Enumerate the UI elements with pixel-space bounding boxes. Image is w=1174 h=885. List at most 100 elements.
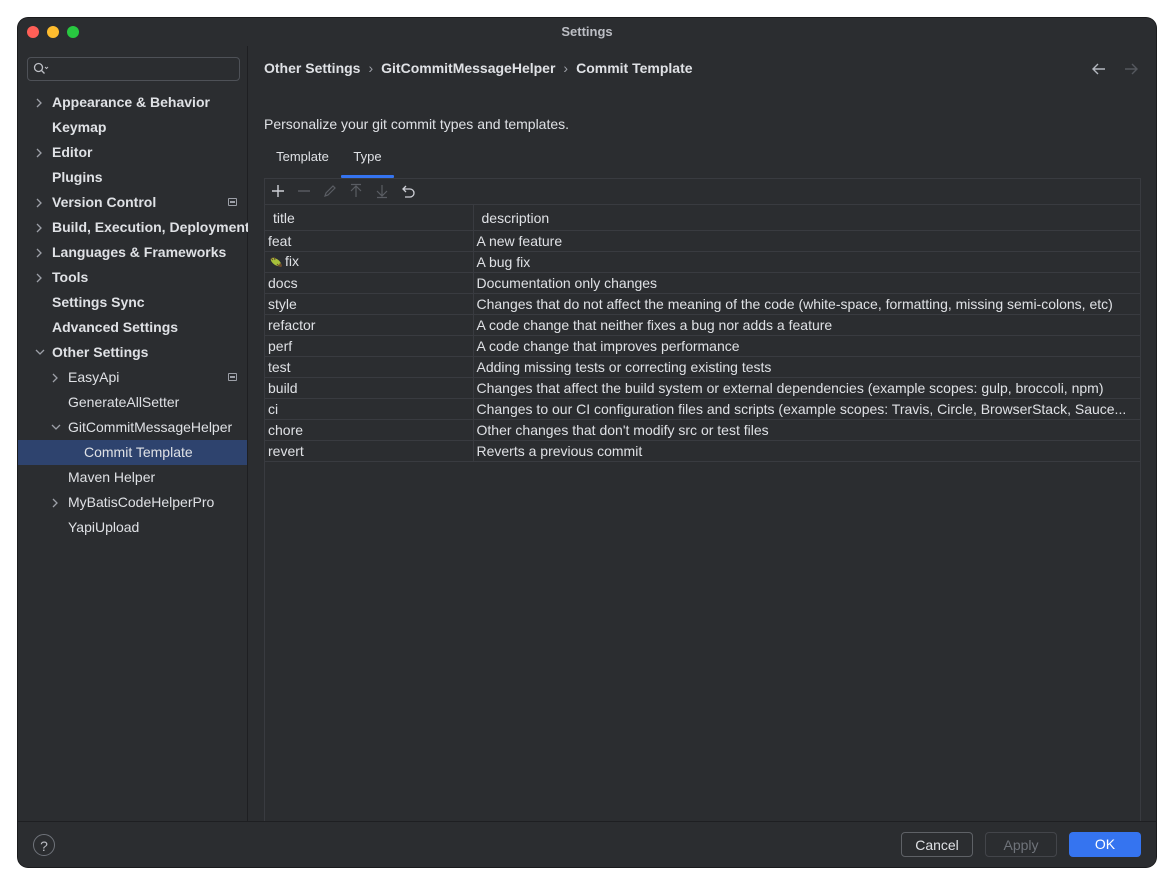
project-level-icon — [228, 198, 237, 206]
sidebar-item-other-settings[interactable]: Other Settings — [18, 340, 247, 365]
chevron-down-icon[interactable] — [51, 415, 63, 440]
chevron-right-icon[interactable] — [35, 190, 47, 215]
sidebar-item-label: Plugins — [52, 169, 103, 185]
type-description-cell[interactable]: Changes that affect the build system or … — [473, 377, 1141, 399]
table-row[interactable]: chore Other changes that don't modify src… — [265, 419, 1141, 441]
table-row[interactable]: docs Documentation only changes — [265, 272, 1141, 294]
reset-icon[interactable] — [400, 183, 416, 199]
cancel-button[interactable]: Cancel — [901, 832, 973, 857]
sidebar-item-maven-helper[interactable]: Maven Helper — [18, 465, 247, 490]
type-title-cell[interactable]: style — [265, 293, 474, 315]
type-description-cell[interactable]: Adding missing tests or correcting exist… — [473, 356, 1141, 378]
sidebar-item-label: Advanced Settings — [52, 319, 179, 335]
forward-arrow-icon[interactable] — [1124, 62, 1138, 80]
chevron-right-icon[interactable] — [35, 265, 47, 290]
type-title-cell[interactable]: chore — [265, 419, 474, 441]
table-row[interactable]: test Adding missing tests or correcting e… — [265, 356, 1141, 378]
sidebar-item-commit-template[interactable]: Commit Template — [18, 440, 247, 465]
type-title-cell[interactable]: fix — [265, 251, 474, 273]
table-row[interactable]: style Changes that do not affect the mean… — [265, 293, 1141, 315]
sidebar-item-gitcommitmessagehelper[interactable]: GitCommitMessageHelper — [18, 415, 247, 440]
sidebar-item-version-control[interactable]: Version Control — [18, 190, 247, 215]
ok-button[interactable]: OK — [1069, 832, 1141, 857]
project-level-icon — [228, 373, 237, 381]
help-button[interactable]: ? — [33, 834, 55, 856]
breadcrumb-item[interactable]: GitCommitMessageHelper — [381, 60, 555, 76]
chevron-right-icon[interactable] — [35, 90, 47, 115]
type-title-cell[interactable]: ci — [265, 398, 474, 420]
type-description-cell[interactable]: Other changes that don't modify src or t… — [473, 419, 1141, 441]
sidebar-item-plugins[interactable]: Plugins — [18, 165, 247, 190]
sidebar-item-appearance-behavior[interactable]: Appearance & Behavior — [18, 90, 247, 115]
sidebar-item-editor[interactable]: Editor — [18, 140, 247, 165]
table-row[interactable]: ci Changes to our CI configuration files … — [265, 398, 1141, 420]
breadcrumb-item[interactable]: Other Settings — [264, 60, 360, 76]
move-up-icon[interactable] — [348, 183, 364, 199]
chevron-right-icon: › — [563, 60, 569, 76]
back-arrow-icon[interactable] — [1091, 62, 1106, 80]
column-header-title[interactable]: title — [265, 204, 474, 231]
sidebar-item-easyapi[interactable]: EasyApi — [18, 365, 247, 390]
sidebar-item-label: Tools — [52, 269, 89, 285]
chevron-right-icon[interactable] — [35, 240, 47, 265]
type-title-text: perf — [268, 338, 293, 354]
type-description-cell[interactable]: Changes to our CI configuration files an… — [473, 398, 1141, 420]
type-title-cell[interactable]: docs — [265, 272, 474, 294]
sidebar-item-tools[interactable]: Tools — [18, 265, 247, 290]
type-description-cell[interactable]: Documentation only changes — [473, 272, 1141, 294]
type-title-cell[interactable]: test — [265, 356, 474, 378]
chevron-right-icon[interactable] — [35, 215, 47, 240]
table-row[interactable]: fix A bug fix — [265, 251, 1141, 273]
sidebar-item-label: Appearance & Behavior — [52, 94, 210, 110]
type-description-cell[interactable]: A new feature — [473, 230, 1141, 252]
sidebar-item-yapiupload[interactable]: YapiUpload — [18, 515, 247, 540]
settings-search-input[interactable] — [27, 57, 240, 81]
settings-content: Other Settings › GitCommitMessageHelper › Co… — [248, 46, 1156, 823]
type-title-cell[interactable]: build — [265, 377, 474, 399]
chevron-right-icon[interactable] — [51, 365, 63, 390]
move-down-icon[interactable] — [374, 183, 390, 199]
type-description-cell[interactable]: A code change that improves performance — [473, 335, 1141, 357]
type-description-cell[interactable]: Changes that do not affect the meaning o… — [473, 293, 1141, 315]
type-description-cell[interactable]: A bug fix — [473, 251, 1141, 273]
type-title-cell[interactable]: perf — [265, 335, 474, 357]
sidebar-item-label: MyBatisCodeHelperPro — [68, 494, 215, 510]
chevron-right-icon[interactable] — [51, 490, 63, 515]
sidebar-item-settings-sync[interactable]: Settings Sync — [18, 290, 247, 315]
chevron-right-icon[interactable] — [35, 140, 47, 165]
sidebar-item-generateallsetter[interactable]: GenerateAllSetter — [18, 390, 247, 415]
tab-template[interactable]: Template — [264, 144, 341, 178]
bug-icon — [268, 255, 284, 272]
type-title-text: fix — [285, 252, 299, 269]
sidebar-item-mybatiscodehelperpro[interactable]: MyBatisCodeHelperPro — [18, 490, 247, 515]
table-row[interactable]: feat A new feature — [265, 230, 1141, 252]
apply-button[interactable]: Apply — [985, 832, 1057, 857]
chevron-right-icon: › — [368, 60, 374, 76]
type-title-cell[interactable]: feat — [265, 230, 474, 252]
chevron-down-icon[interactable] — [35, 340, 47, 365]
type-description-cell[interactable]: Reverts a previous commit — [473, 440, 1141, 462]
sidebar-item-keymap[interactable]: Keymap — [18, 115, 247, 140]
table-header-row: title description — [265, 204, 1141, 231]
window-title: Settings — [561, 24, 613, 39]
column-header-description[interactable]: description — [473, 204, 1141, 231]
sidebar-item-advanced-settings[interactable]: Advanced Settings — [18, 315, 247, 340]
type-description-cell[interactable]: A code change that neither fixes a bug n… — [473, 314, 1141, 336]
type-title-text: style — [268, 296, 297, 312]
sidebar-item-label: GenerateAllSetter — [68, 394, 180, 410]
sidebar-item-build-execution-deployment[interactable]: Build, Execution, Deployment — [18, 215, 250, 240]
type-title-cell[interactable]: revert — [265, 440, 474, 462]
table-row[interactable]: refactor A code change that neither fixes… — [265, 314, 1141, 336]
tab-type[interactable]: Type — [341, 144, 394, 178]
type-table-panel: title description feat A new feature fix A … — [264, 178, 1141, 823]
sidebar-item-label: Version Control — [52, 194, 157, 210]
table-row[interactable]: build Changes that affect the build syste… — [265, 377, 1141, 399]
sidebar-item-languages-frameworks[interactable]: Languages & Frameworks — [18, 240, 247, 265]
type-title-cell[interactable]: refactor — [265, 314, 474, 336]
add-icon[interactable] — [270, 183, 286, 199]
settings-window: Settings Appearance & Behavior Keymap Edit… — [18, 18, 1156, 867]
table-row[interactable]: revert Reverts a previous commit — [265, 440, 1141, 462]
table-row[interactable]: perf A code change that improves performa… — [265, 335, 1141, 357]
edit-icon[interactable] — [322, 183, 338, 199]
remove-icon[interactable] — [296, 183, 312, 199]
